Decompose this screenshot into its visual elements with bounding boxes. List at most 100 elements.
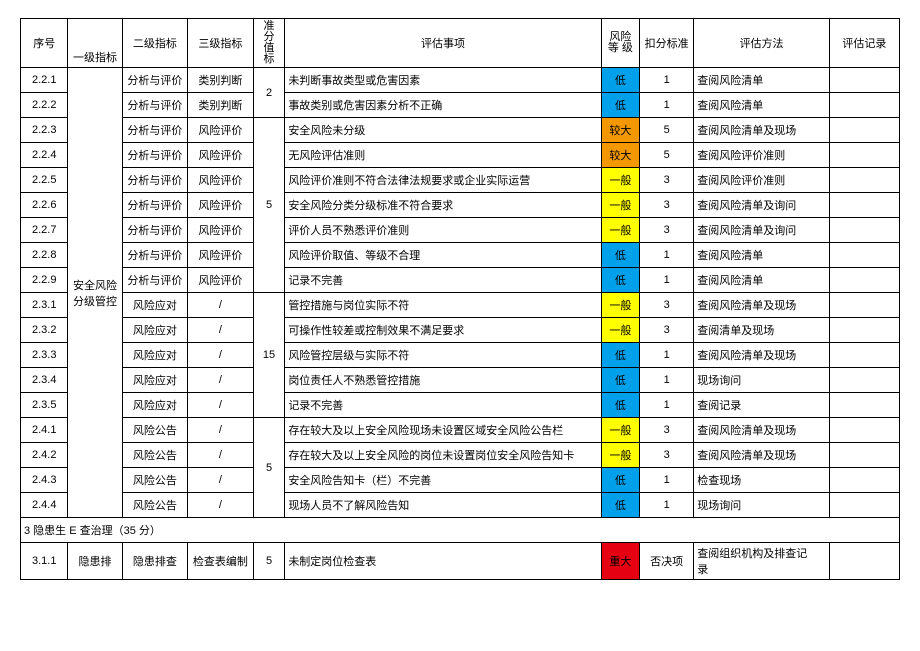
- table-row: 2.3.5风险应对/记录不完善低1查阅记录: [21, 393, 900, 418]
- cell-lv2: 分析与评价: [122, 68, 188, 93]
- cell-log: [829, 293, 899, 318]
- cell-method: 查阅风险清单: [694, 93, 830, 118]
- cell-lv2: 分析与评价: [122, 268, 188, 293]
- table-row: 2.3.2风险应对/可操作性较差或控制效果不满足要求一般3查阅清单及现场: [21, 318, 900, 343]
- cell-deduct: 1: [640, 93, 694, 118]
- cell-lv2: 风险公告: [122, 443, 188, 468]
- cell-lv3: 风险评价: [188, 218, 254, 243]
- cell-log: [829, 193, 899, 218]
- cell-log: [829, 318, 899, 343]
- cell-log: [829, 343, 899, 368]
- cell-seq: 2.3.4: [21, 368, 68, 393]
- cell-method: 查阅风险清单及现场: [694, 443, 830, 468]
- th-lv2: 二级指标: [122, 19, 188, 68]
- cell-deduct: 3: [640, 418, 694, 443]
- cell-seq: 3.1.1: [21, 543, 68, 580]
- th-lv3: 三级指标: [188, 19, 254, 68]
- cell-log: [829, 493, 899, 518]
- table-row: 2.4.1风险公告/5存在较大及以上安全风险现场未设置区域安全风险公告栏一般3查…: [21, 418, 900, 443]
- cell-deduct: 1: [640, 468, 694, 493]
- risk-badge: 一般: [601, 168, 639, 193]
- cell-std: 15: [253, 293, 285, 418]
- cell-item: 未判断事故类型或危害因素: [285, 68, 601, 93]
- cell-seq: 2.2.9: [21, 268, 68, 293]
- cell-lv2: 分析与评价: [122, 218, 188, 243]
- cell-lv2: 风险应对: [122, 368, 188, 393]
- cell-lv2: 风险应对: [122, 318, 188, 343]
- cell-method: 查阅风险清单: [694, 243, 830, 268]
- cell-log: [829, 393, 899, 418]
- cell-item: 现场人员不了解风险告知: [285, 493, 601, 518]
- cell-deduct: 5: [640, 143, 694, 168]
- cell-lv2: 分析与评价: [122, 93, 188, 118]
- assessment-table: 序号 一级指标 二级指标 三级指标 准 分 值 标 评估事项 风险等 级 扣分标…: [20, 18, 900, 580]
- risk-badge: 一般: [601, 293, 639, 318]
- cell-log: [829, 68, 899, 93]
- th-lv1: 一级指标: [68, 19, 122, 68]
- cell-item: 安全风险分类分级标准不符合要求: [285, 193, 601, 218]
- cell-lv2: 风险应对: [122, 293, 188, 318]
- cell-deduct: 1: [640, 368, 694, 393]
- cell-lv3: 风险评价: [188, 193, 254, 218]
- cell-deduct: 1: [640, 243, 694, 268]
- cell-lv3: 类别判断: [188, 93, 254, 118]
- cell-item: 事故类别或危害因素分析不正确: [285, 93, 601, 118]
- cell-method: 查阅风险清单及现场: [694, 293, 830, 318]
- cell-method: 现场询问: [694, 493, 830, 518]
- cell-log: [829, 93, 899, 118]
- risk-badge: 低: [601, 93, 639, 118]
- th-log: 评估记录: [829, 19, 899, 68]
- cell-deduct: 否决项: [640, 543, 694, 580]
- cell-lv1: 安全风险 分级管控: [68, 68, 122, 518]
- table-row: 2.4.4风险公告/现场人员不了解风险告知低1现场询问: [21, 493, 900, 518]
- cell-item: 未制定岗位检查表: [285, 543, 601, 580]
- th-seq: 序号: [21, 19, 68, 68]
- cell-lv3: 风险评价: [188, 118, 254, 143]
- cell-log: [829, 543, 899, 580]
- cell-seq: 2.4.4: [21, 493, 68, 518]
- risk-badge: 低: [601, 243, 639, 268]
- cell-lv3: 检查表编制: [188, 543, 254, 580]
- table-row: 2.2.3分析与评价风险评价5安全风险未分级较大5查阅风险清单及现场: [21, 118, 900, 143]
- cell-seq: 2.2.6: [21, 193, 68, 218]
- cell-std: 5: [253, 118, 285, 293]
- cell-method: 查阅风险清单及现场: [694, 343, 830, 368]
- table-row: 2.4.3风险公告/安全风险告知卡（栏）不完善低1检查现场: [21, 468, 900, 493]
- th-std: 准 分 值 标: [253, 19, 285, 68]
- table-row: 2.2.5分析与评价风险评价风险评价准则不符合法律法规要求或企业实际运营一般3查…: [21, 168, 900, 193]
- cell-lv2: 分析与评价: [122, 168, 188, 193]
- table-row: 2.2.8分析与评价风险评价风险评价取值、等级不合理低1查阅风险清单: [21, 243, 900, 268]
- cell-deduct: 1: [640, 68, 694, 93]
- cell-item: 岗位责任人不熟悉管控措施: [285, 368, 601, 393]
- cell-lv3: 风险评价: [188, 268, 254, 293]
- table-row: 2.2.6分析与评价风险评价安全风险分类分级标准不符合要求一般3查阅风险清单及询…: [21, 193, 900, 218]
- cell-log: [829, 118, 899, 143]
- cell-seq: 2.2.1: [21, 68, 68, 93]
- cell-deduct: 5: [640, 118, 694, 143]
- cell-seq: 2.2.3: [21, 118, 68, 143]
- cell-item: 风险管控层级与实际不符: [285, 343, 601, 368]
- cell-log: [829, 468, 899, 493]
- cell-lv2: 风险应对: [122, 343, 188, 368]
- cell-lv3: /: [188, 343, 254, 368]
- cell-seq: 2.3.2: [21, 318, 68, 343]
- risk-badge: 一般: [601, 218, 639, 243]
- cell-method: 查阅风险清单: [694, 68, 830, 93]
- cell-lv2: 分析与评价: [122, 118, 188, 143]
- cell-item: 风险评价准则不符合法律法规要求或企业实际运营: [285, 168, 601, 193]
- th-risk: 风险等 级: [601, 19, 639, 68]
- cell-log: [829, 243, 899, 268]
- cell-item: 管控措施与岗位实际不符: [285, 293, 601, 318]
- cell-seq: 2.3.5: [21, 393, 68, 418]
- cell-method: 查阅组织机构及排查记 录: [694, 543, 830, 580]
- cell-deduct: 3: [640, 168, 694, 193]
- cell-item: 记录不完善: [285, 268, 601, 293]
- cell-deduct: 1: [640, 268, 694, 293]
- cell-lv3: 风险评价: [188, 243, 254, 268]
- cell-lv3: 类别判断: [188, 68, 254, 93]
- risk-badge: 重大: [601, 543, 639, 580]
- cell-lv3: /: [188, 293, 254, 318]
- cell-seq: 2.3.3: [21, 343, 68, 368]
- cell-method: 查阅风险清单及询问: [694, 218, 830, 243]
- cell-lv2: 风险公告: [122, 418, 188, 443]
